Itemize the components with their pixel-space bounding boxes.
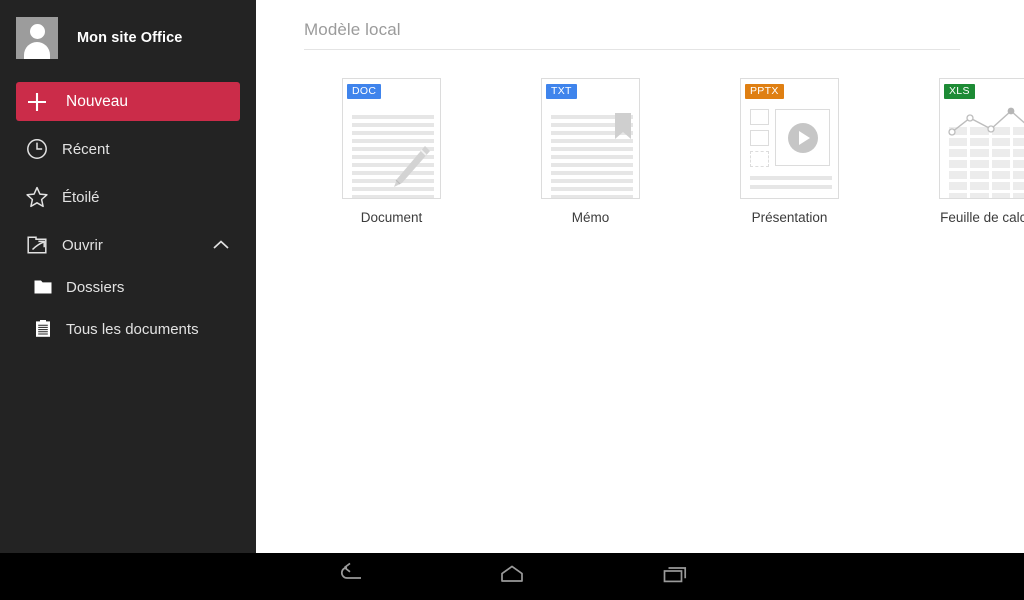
sidebar-item-label: Récent (62, 140, 110, 158)
back-button[interactable] (300, 553, 400, 600)
back-arrow-icon (335, 562, 365, 591)
file-type-badge: XLS (944, 84, 975, 99)
template-card-memo[interactable]: TXT (541, 78, 640, 199)
template-cell: TXT Mémo (491, 78, 690, 225)
recent-apps-button[interactable] (625, 553, 725, 600)
template-grid: DOC Document TXT Mémo PPTX Présentation … (292, 78, 1024, 225)
template-label: Feuille de calcul (940, 210, 1024, 225)
sidebar-item-recent[interactable]: Récent (0, 129, 256, 169)
template-cell: PPTX Présentation (690, 78, 889, 225)
sidebar-item-folders[interactable]: Dossiers (0, 267, 256, 307)
app-root: Mon site Office Nouveau Récent Étoilé Ou… (0, 0, 1024, 600)
sidebar-item-starred[interactable]: Étoilé (0, 177, 256, 217)
file-type-badge: PPTX (745, 84, 784, 99)
system-navigation-bar (0, 553, 1024, 600)
account-header[interactable]: Mon site Office (0, 0, 256, 76)
section-divider (304, 49, 960, 50)
file-type-badge: TXT (546, 84, 577, 99)
template-cell: XLS Feuille de calc (889, 78, 1024, 225)
recent-apps-icon (660, 562, 690, 591)
new-button-label: Nouveau (66, 92, 129, 110)
template-card-document[interactable]: DOC (342, 78, 441, 199)
plus-icon (20, 90, 54, 114)
sidebar: Mon site Office Nouveau Récent Étoilé Ou… (0, 0, 256, 553)
page-lines-art (750, 176, 832, 194)
template-label: Présentation (751, 210, 828, 225)
home-button[interactable] (462, 553, 562, 600)
home-outline-icon (497, 562, 527, 591)
play-icon (787, 122, 818, 153)
slide-thumb (750, 130, 769, 146)
template-label: Document (360, 210, 423, 225)
content-area: Modèle local DOC Document TXT Mémo PPTX … (256, 0, 1024, 553)
section-header: Modèle local (304, 20, 960, 50)
star-outline-icon (20, 185, 54, 209)
new-button[interactable]: Nouveau (16, 82, 240, 121)
sidebar-item-all-documents[interactable]: Tous les documents (0, 309, 256, 349)
sidebar-item-label: Ouvrir (62, 236, 103, 254)
clock-icon (20, 137, 54, 161)
account-name: Mon site Office (77, 30, 183, 46)
slide-thumb (750, 109, 769, 125)
clipboard-list-icon (30, 319, 56, 339)
person-avatar-icon (16, 17, 58, 59)
sidebar-item-open[interactable]: Ouvrir (0, 225, 256, 265)
slide-preview (775, 109, 830, 166)
sidebar-item-label: Tous les documents (66, 320, 199, 338)
sidebar-item-label: Dossiers (66, 278, 125, 296)
slide-thumb-placeholder (750, 151, 769, 167)
pen-icon (387, 141, 433, 198)
line-chart-icon (947, 105, 1024, 144)
section-title: Modèle local (304, 20, 401, 39)
template-cell: DOC Document (292, 78, 491, 225)
open-folder-arrow-icon (20, 233, 54, 257)
sidebar-item-label: Étoilé (62, 188, 100, 206)
bookmark-icon (615, 113, 631, 146)
folder-icon (30, 277, 56, 297)
template-card-spreadsheet[interactable]: XLS (939, 78, 1024, 199)
template-label: Mémo (571, 210, 610, 225)
chevron-up-icon[interactable] (212, 238, 230, 256)
template-card-presentation[interactable]: PPTX (740, 78, 839, 199)
file-type-badge: DOC (347, 84, 382, 99)
